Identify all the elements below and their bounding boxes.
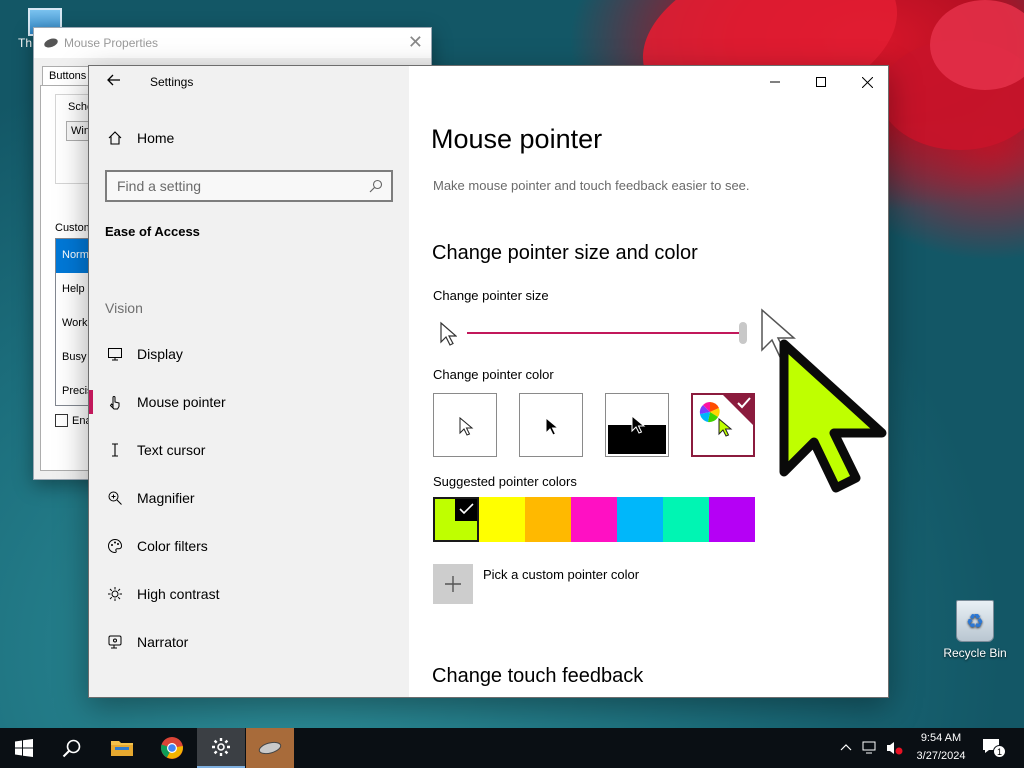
maximize-icon[interactable] (798, 66, 844, 98)
nav-home-label: Home (137, 130, 175, 146)
section-heading-size-color: Change pointer size and color (432, 242, 698, 264)
mouse-icon (258, 741, 282, 755)
close-icon[interactable] (844, 66, 888, 98)
sidebar-item-high-contrast[interactable]: High contrast (89, 574, 409, 614)
suggested-color-swatch[interactable] (663, 497, 709, 542)
volume-muted-icon[interactable] (886, 740, 904, 756)
pointer-color-label: Change pointer color (433, 367, 554, 382)
sun-icon (105, 584, 125, 604)
sidebar-item-label: Text cursor (137, 442, 206, 458)
magnifier-icon (105, 488, 125, 508)
plus-icon (445, 576, 461, 592)
small-pointer-icon (440, 321, 457, 346)
custom-color-label[interactable]: Pick a custom pointer color (483, 567, 639, 582)
pointer-size-label: Change pointer size (433, 288, 549, 303)
white-pointer-icon (459, 416, 474, 436)
this-pc-label: Th (18, 36, 33, 50)
folder-icon (111, 741, 133, 756)
display-icon (105, 344, 125, 364)
page-description: Make mouse pointer and touch feedback ea… (433, 178, 750, 193)
check-icon (459, 503, 474, 515)
network-icon[interactable] (862, 740, 880, 756)
pointer-color-white[interactable] (433, 393, 497, 457)
mouse-icon (43, 36, 59, 50)
sidebar-item-mouse-pointer[interactable]: Mouse pointer (89, 382, 409, 422)
sidebar-item-label: Color filters (137, 538, 208, 554)
checkbox-box[interactable] (55, 414, 68, 427)
hand-pointer-icon (105, 392, 125, 412)
suggested-colors-label: Suggested pointer colors (433, 474, 577, 489)
text-cursor-icon (105, 440, 125, 460)
pointer-color-inverted[interactable] (605, 393, 669, 457)
sidebar-item-magnifier[interactable]: Magnifier (89, 478, 409, 518)
pointer-color-custom[interactable] (691, 393, 755, 457)
enable-checkbox[interactable]: Ena (55, 414, 92, 427)
suggested-color-swatch[interactable] (571, 497, 617, 542)
page-title: Mouse pointer (431, 124, 603, 154)
start-button[interactable] (0, 728, 48, 768)
pointer-size-slider-thumb[interactable] (739, 322, 747, 344)
chrome-button[interactable] (148, 728, 196, 768)
search-placeholder: Find a setting (117, 178, 202, 194)
inverted-pointer-icon (631, 414, 646, 434)
gear-icon (212, 738, 230, 756)
sidebar-item-narrator[interactable]: Narrator (89, 622, 409, 662)
chevron-up-icon[interactable] (840, 742, 852, 754)
category-title: Ease of Access (105, 224, 200, 239)
windows-logo-icon (15, 739, 33, 757)
mouse-properties-taskbar-button[interactable] (246, 728, 294, 768)
recycle-bin-label: Recycle Bin (943, 646, 1007, 660)
sidebar-item-label: Mouse pointer (137, 394, 226, 410)
home-icon (105, 128, 125, 148)
section-heading-touch: Change touch feedback (432, 665, 644, 687)
suggested-color-swatch[interactable] (525, 497, 571, 542)
file-explorer-button[interactable] (98, 728, 146, 768)
lime-pointer-icon (718, 417, 733, 437)
settings-window: Settings Home Find a setting Ease of Acc… (88, 65, 889, 698)
suggested-color-swatch[interactable] (479, 497, 525, 542)
pointer-size-slider-track[interactable] (467, 332, 743, 334)
search-icon (62, 739, 81, 758)
clock-time[interactable]: 9:54 AM (906, 732, 976, 744)
sidebar-item-label: High contrast (137, 586, 220, 602)
sidebar-item-display[interactable]: Display (89, 334, 409, 374)
big-lime-pointer-icon (779, 339, 887, 493)
search-button[interactable] (48, 728, 96, 768)
mouse-properties-titlebar[interactable]: Mouse Properties (34, 28, 431, 58)
search-icon (369, 179, 383, 193)
section-vision: Vision (105, 300, 143, 316)
suggested-color-swatch[interactable] (709, 497, 755, 542)
sidebar-item-label: Magnifier (137, 490, 195, 506)
mouse-properties-title: Mouse Properties (64, 36, 159, 50)
settings-nav: Settings Home Find a setting Ease of Acc… (89, 66, 409, 697)
clock-date[interactable]: 3/27/2024 (906, 750, 976, 762)
notification-badge: 1 (993, 745, 1006, 758)
close-icon[interactable]: ✕ (408, 32, 423, 53)
add-custom-color-button[interactable] (433, 564, 473, 604)
check-icon (737, 397, 751, 409)
narrator-icon (105, 632, 125, 652)
back-arrow-icon[interactable] (101, 72, 127, 94)
nav-home[interactable]: Home (89, 118, 409, 158)
palette-icon (105, 536, 125, 556)
tab-buttons[interactable]: Buttons (42, 66, 94, 86)
sidebar-item-label: Narrator (137, 634, 189, 650)
app-title: Settings (150, 75, 194, 89)
sidebar-item-color-filters[interactable]: Color filters (89, 526, 409, 566)
black-pointer-icon (545, 416, 560, 436)
taskbar: 9:54 AM 3/27/2024 1 (0, 728, 1024, 768)
minimize-icon[interactable] (752, 66, 798, 98)
chrome-icon (161, 737, 183, 759)
recycle-bin-icon[interactable]: Recycle Bin (935, 600, 1015, 660)
settings-taskbar-button[interactable] (197, 728, 245, 768)
search-input[interactable]: Find a setting (105, 170, 393, 202)
sidebar-item-label: Display (137, 346, 183, 362)
sidebar-item-text-cursor[interactable]: Text cursor (89, 430, 409, 470)
suggested-color-swatch[interactable] (433, 497, 479, 542)
action-center-button[interactable]: 1 (982, 738, 1006, 758)
pointer-color-black[interactable] (519, 393, 583, 457)
suggested-color-swatch[interactable] (617, 497, 663, 542)
